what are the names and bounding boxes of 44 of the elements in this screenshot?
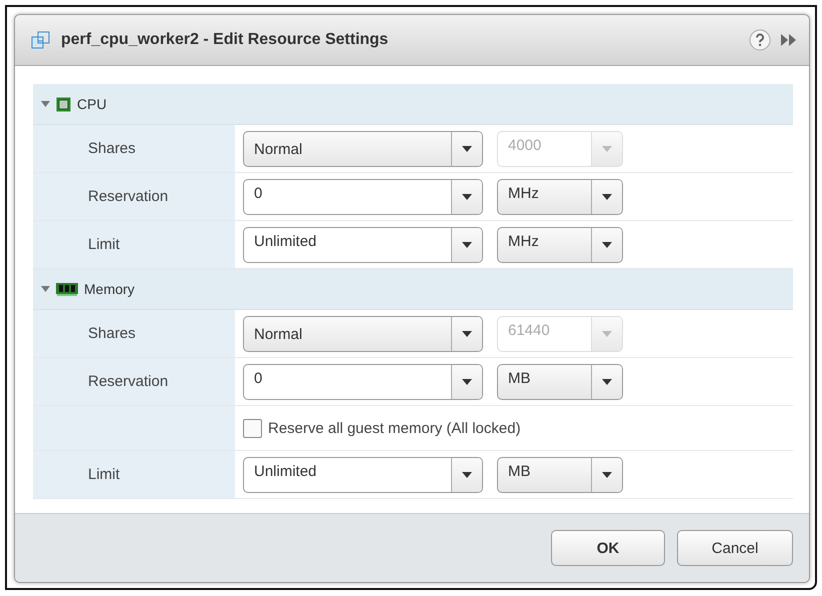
combo-box[interactable]: Unlimited [243, 456, 483, 492]
caret-icon [462, 472, 472, 478]
caret-icon [602, 330, 612, 336]
unit-dropdown[interactable]: MHz [497, 178, 623, 214]
unit-dropdown[interactable]: MB [497, 456, 623, 492]
field-label: Shares [88, 140, 136, 157]
combo-box[interactable]: 0 [243, 178, 483, 214]
expand-icon[interactable] [781, 34, 797, 46]
window-title: perf_cpu_worker2 - Edit Resource Settings [61, 31, 390, 49]
caret-icon [602, 146, 612, 152]
field-label: Shares [88, 325, 136, 342]
combo-box[interactable]: 0 [243, 364, 483, 400]
field-label: Limit [88, 466, 120, 483]
memory-module-icon [56, 282, 78, 296]
checkbox[interactable] [243, 418, 262, 438]
caret-icon [462, 146, 472, 152]
caret-icon [462, 330, 472, 336]
field-label: Reservation [88, 373, 168, 390]
expander-icon[interactable] [41, 286, 50, 292]
caret-icon [462, 194, 472, 200]
help-icon[interactable] [749, 29, 771, 51]
expander-icon[interactable] [41, 101, 50, 107]
chip-icon [56, 96, 71, 112]
combo-box[interactable]: Unlimited [243, 226, 483, 262]
section-header[interactable]: Memory [33, 269, 793, 310]
unit-dropdown[interactable]: MHz [497, 226, 623, 262]
caret-icon [602, 378, 612, 384]
section-title: CPU [77, 96, 107, 112]
unit-dropdown[interactable]: MB [497, 364, 623, 400]
field-label: Reservation [88, 188, 168, 205]
caret-icon [602, 472, 612, 478]
caret-icon [462, 242, 472, 248]
section-title: Memory [84, 281, 135, 297]
ok-button[interactable]: OK [551, 530, 665, 566]
cancel-button[interactable]: Cancel [677, 530, 793, 566]
caret-icon [462, 378, 472, 384]
caret-icon [602, 242, 612, 248]
checkbox-label: Reserve all guest memory (All locked) [268, 420, 521, 436]
field-label: Limit [88, 236, 120, 253]
dropdown[interactable]: Normal [243, 130, 483, 166]
section-header[interactable]: CPU [33, 84, 793, 125]
dropdown[interactable]: Normal [243, 316, 483, 352]
caret-icon [602, 194, 612, 200]
virtual-machine-icon [31, 30, 51, 50]
